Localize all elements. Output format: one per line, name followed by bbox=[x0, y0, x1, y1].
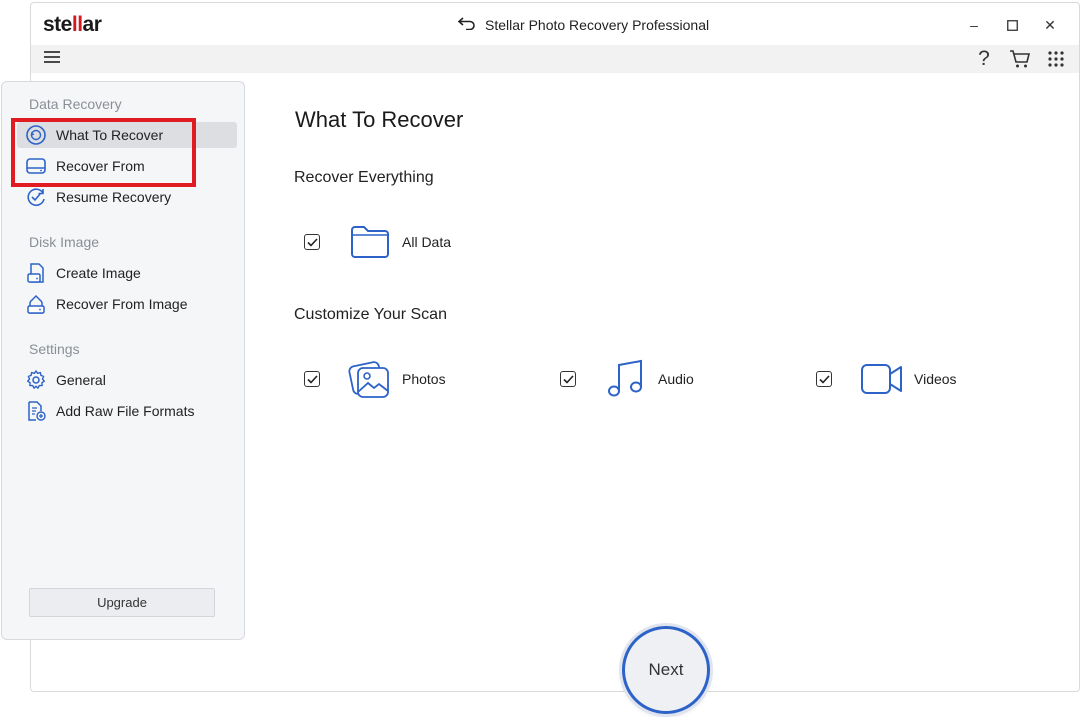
close-button[interactable]: ✕ bbox=[1031, 14, 1069, 36]
next-button[interactable]: Next bbox=[622, 626, 710, 714]
hamburger-menu-icon[interactable] bbox=[43, 49, 61, 70]
sidebar-item-create-image[interactable]: Create Image bbox=[17, 260, 237, 286]
apps-grid-icon[interactable] bbox=[1043, 47, 1069, 71]
stellar-logo: stellar bbox=[43, 13, 102, 37]
audio-checkbox[interactable] bbox=[560, 371, 576, 387]
folder-icon bbox=[348, 220, 392, 264]
minimize-button[interactable]: – bbox=[955, 14, 993, 36]
option-label: Audio bbox=[658, 371, 694, 387]
maximize-button[interactable] bbox=[993, 14, 1031, 36]
all-data-checkbox[interactable] bbox=[304, 234, 320, 250]
file-add-icon bbox=[24, 399, 48, 423]
videos-checkbox[interactable] bbox=[816, 371, 832, 387]
sidebar-item-general[interactable]: General bbox=[17, 367, 237, 393]
logo-prefix: ste bbox=[43, 13, 72, 36]
option-label: All Data bbox=[402, 234, 452, 250]
sidebar-item-label: General bbox=[56, 372, 106, 388]
customize-scan-heading: Customize Your Scan bbox=[294, 306, 447, 323]
window-title: Stellar Photo Recovery Professional bbox=[457, 16, 709, 33]
option-label: Videos bbox=[914, 371, 957, 387]
sidebar-item-label: Recover From Image bbox=[56, 296, 188, 312]
recover-everything-heading: Recover Everything bbox=[294, 169, 434, 186]
sidebar-item-recover-from-image[interactable]: Recover From Image bbox=[17, 291, 237, 317]
photos-icon bbox=[348, 357, 392, 401]
photos-checkbox[interactable] bbox=[304, 371, 320, 387]
option-videos[interactable]: Videos bbox=[816, 357, 957, 401]
help-button[interactable]: ? bbox=[971, 47, 997, 71]
check-icon bbox=[818, 374, 830, 384]
image-recover-icon bbox=[24, 292, 48, 316]
check-icon bbox=[306, 374, 318, 384]
sidebar-item-resume-recovery[interactable]: Resume Recovery bbox=[17, 184, 237, 210]
title-bar: stellar Stellar Photo Recovery Professio… bbox=[31, 3, 1079, 45]
section-label-settings: Settings bbox=[29, 341, 80, 357]
toolbar: ? bbox=[31, 45, 1079, 73]
back-arrow-icon[interactable] bbox=[457, 16, 477, 33]
sidebar-item-label: Create Image bbox=[56, 265, 141, 281]
sidebar-item-label: Resume Recovery bbox=[56, 189, 172, 205]
highlight-annotation-box bbox=[11, 118, 196, 187]
music-note-icon bbox=[604, 357, 648, 401]
option-label: Photos bbox=[402, 371, 446, 387]
cart-icon[interactable] bbox=[1007, 47, 1033, 71]
resume-icon bbox=[24, 185, 48, 209]
check-icon bbox=[562, 374, 574, 384]
maximize-icon bbox=[1006, 19, 1018, 31]
window-controls: – ✕ bbox=[955, 14, 1069, 36]
sidebar-item-add-raw-file-formats[interactable]: Add Raw File Formats bbox=[17, 398, 237, 424]
toolbar-actions: ? bbox=[971, 47, 1069, 71]
app-title: Stellar Photo Recovery Professional bbox=[485, 16, 710, 33]
create-image-icon bbox=[24, 261, 48, 285]
option-photos[interactable]: Photos bbox=[304, 357, 446, 401]
section-label-disk-image: Disk Image bbox=[29, 234, 100, 250]
page-title: What To Recover bbox=[295, 107, 464, 132]
option-audio[interactable]: Audio bbox=[560, 357, 694, 401]
upgrade-button[interactable]: Upgrade bbox=[29, 588, 215, 617]
logo-suffix: ar bbox=[82, 13, 102, 36]
logo-mid: ll bbox=[71, 13, 83, 36]
gear-icon bbox=[24, 368, 48, 392]
sidebar-item-label: Add Raw File Formats bbox=[56, 403, 195, 419]
option-all-data[interactable]: All Data bbox=[304, 220, 451, 264]
check-icon bbox=[306, 237, 318, 247]
video-camera-icon bbox=[860, 357, 904, 401]
section-label-data-recovery: Data Recovery bbox=[29, 96, 122, 112]
